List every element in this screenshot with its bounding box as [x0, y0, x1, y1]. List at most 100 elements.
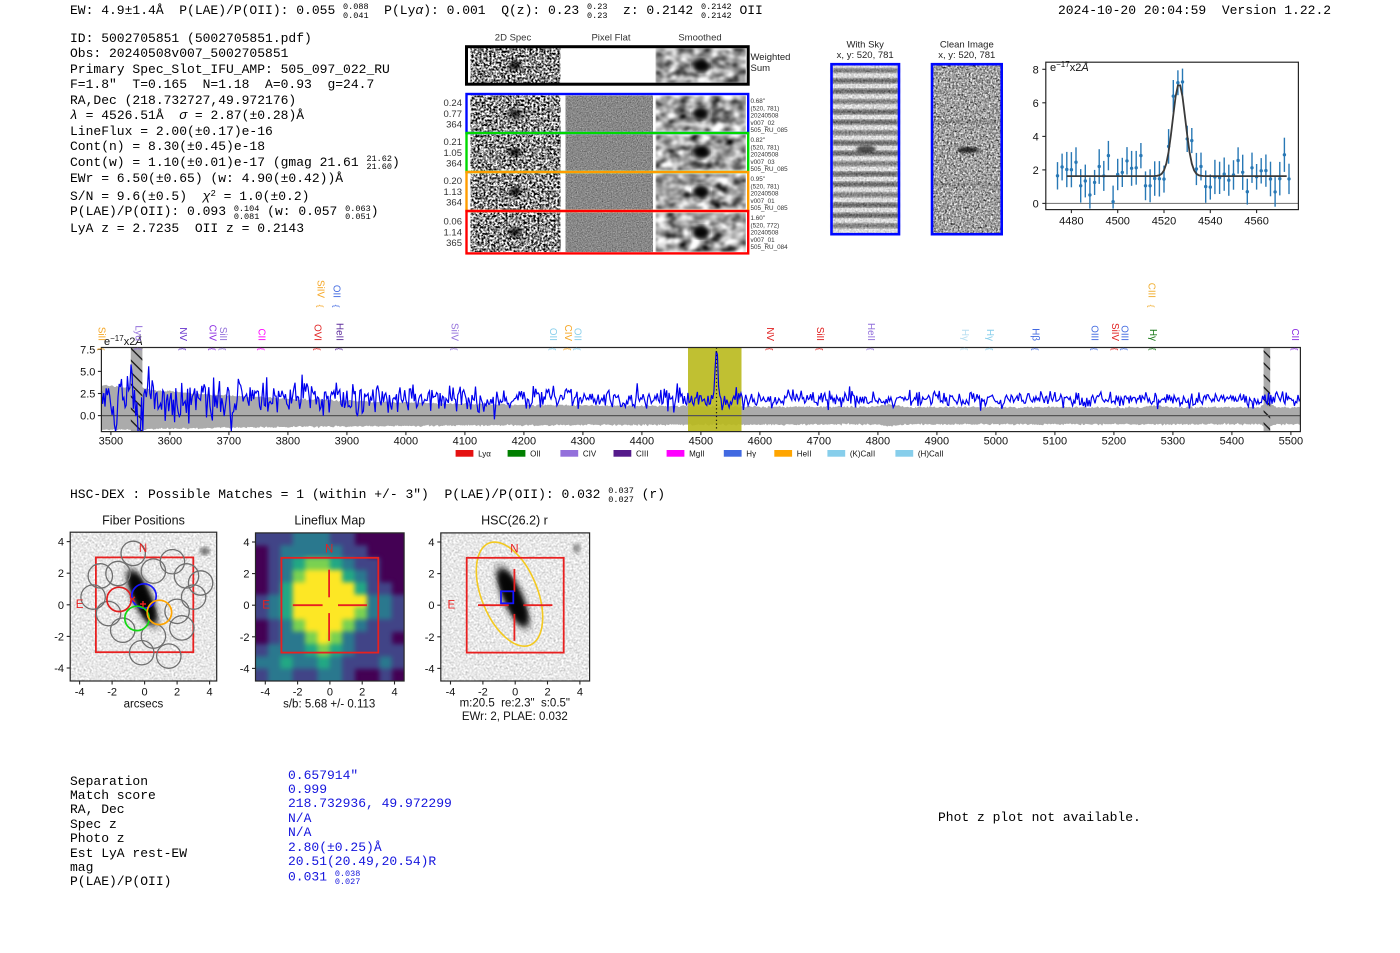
svg-text:SiIV: SiIV: [315, 280, 326, 298]
svg-text:{: {: [815, 348, 825, 351]
svg-text:N: N: [510, 543, 518, 555]
svg-text:0: 0: [243, 600, 249, 612]
svg-text:SiIV: SiIV: [1109, 323, 1120, 341]
svg-text:v007_01: v007_01: [751, 237, 776, 244]
svg-text:5400: 5400: [1220, 436, 1244, 448]
svg-text:-4: -4: [240, 663, 250, 675]
svg-text:4: 4: [243, 537, 249, 549]
svg-text:-4: -4: [446, 687, 456, 699]
svg-text:4700: 4700: [807, 436, 831, 448]
svg-text:0.95": 0.95": [751, 176, 766, 183]
svg-text:4200: 4200: [512, 436, 536, 448]
svg-text:0: 0: [327, 687, 333, 699]
svg-text:{: {: [765, 348, 775, 351]
svg-text:0: 0: [1033, 198, 1039, 210]
svg-text:Lyα: Lyα: [133, 325, 144, 341]
svg-text:5000: 5000: [984, 436, 1008, 448]
svg-text:SiII: SiII: [217, 327, 228, 341]
svg-text:364: 364: [446, 198, 462, 209]
svg-text:E: E: [76, 599, 84, 611]
svg-text:-4: -4: [260, 687, 270, 699]
svg-text:4560: 4560: [1244, 216, 1268, 228]
svg-text:3600: 3600: [158, 436, 182, 448]
svg-text:s/b: 5.68 +/- 0.113: s/b: 5.68 +/- 0.113: [283, 699, 375, 711]
svg-text:0: 0: [58, 600, 64, 612]
svg-text:-4: -4: [425, 663, 435, 675]
svg-text:{: {: [1110, 348, 1120, 351]
svg-text:2: 2: [174, 687, 180, 699]
svg-text:v007_03: v007_03: [751, 159, 776, 166]
svg-text:3900: 3900: [335, 436, 359, 448]
svg-text:0.20: 0.20: [444, 176, 463, 187]
svg-text:{: {: [208, 348, 218, 351]
svg-text:2: 2: [1033, 165, 1039, 177]
svg-text:{: {: [334, 348, 344, 351]
svg-text:2: 2: [243, 569, 249, 581]
svg-text:With Sky: With Sky: [846, 40, 884, 51]
svg-text:505_RU_085: 505_RU_085: [751, 127, 789, 134]
svg-text:8: 8: [1033, 64, 1039, 76]
svg-text:4520: 4520: [1152, 216, 1176, 228]
svg-text:Hγ: Hγ: [1147, 329, 1158, 341]
svg-text:4100: 4100: [453, 436, 477, 448]
svg-text:(520, 781): (520, 781): [751, 105, 780, 112]
svg-text:{: {: [1148, 348, 1158, 351]
svg-text:2: 2: [58, 568, 64, 580]
svg-text:Lyα: Lyα: [478, 450, 491, 459]
svg-text:2D Spec: 2D Spec: [495, 33, 532, 44]
svg-text:505_RU_084: 505_RU_084: [751, 244, 789, 251]
svg-text:CIII: CIII: [636, 450, 648, 459]
svg-text:E: E: [262, 599, 270, 611]
svg-text:{: {: [563, 348, 573, 351]
svg-text:{: {: [178, 348, 188, 351]
svg-text:{: {: [313, 348, 323, 351]
svg-text:4500: 4500: [1105, 216, 1129, 228]
svg-text:OIII: OIII: [1089, 325, 1100, 341]
svg-text:1.05: 1.05: [444, 148, 463, 159]
svg-text:1.14: 1.14: [444, 227, 463, 238]
svg-text:OII: OII: [331, 285, 342, 298]
svg-text:4800: 4800: [866, 436, 890, 448]
svg-text:-2: -2: [54, 631, 64, 643]
svg-text:Lineflux Map: Lineflux Map: [294, 514, 365, 528]
svg-text:{: {: [548, 348, 558, 351]
svg-text:NV: NV: [177, 327, 188, 341]
svg-text:(520, 772): (520, 772): [751, 222, 780, 229]
svg-text:364: 364: [446, 120, 462, 131]
svg-text:4400: 4400: [630, 436, 654, 448]
svg-text:{: {: [218, 348, 228, 351]
svg-text:{: {: [960, 348, 970, 351]
svg-text:4600: 4600: [748, 436, 772, 448]
svg-text:5.0: 5.0: [80, 366, 95, 378]
svg-text:Hβ: Hβ: [1030, 328, 1041, 341]
svg-text:CIV: CIV: [562, 325, 573, 342]
svg-text:OIII: OIII: [1118, 325, 1129, 341]
svg-text:5100: 5100: [1043, 436, 1067, 448]
svg-text:{: {: [134, 348, 144, 351]
svg-text:x, y: 520, 781: x, y: 520, 781: [938, 50, 995, 61]
svg-text:0.0: 0.0: [80, 411, 95, 423]
svg-text:Clean Image: Clean Image: [940, 40, 994, 51]
svg-text:{: {: [316, 305, 326, 308]
svg-text:4300: 4300: [571, 436, 595, 448]
svg-text:{: {: [257, 348, 267, 351]
svg-text:0.06: 0.06: [444, 217, 463, 228]
svg-text:0.24: 0.24: [444, 98, 463, 109]
svg-text:20240508: 20240508: [751, 113, 780, 120]
svg-text:E: E: [447, 599, 455, 611]
svg-text:0.82": 0.82": [751, 137, 766, 144]
svg-text:{: {: [866, 348, 876, 351]
svg-text:0.77: 0.77: [444, 109, 463, 120]
svg-text:Weighted: Weighted: [751, 52, 791, 63]
svg-text:N: N: [325, 543, 333, 555]
svg-text:{: {: [450, 348, 460, 351]
svg-text:1.13: 1.13: [444, 187, 463, 198]
svg-text:{: {: [332, 305, 342, 308]
svg-text:x, y: 520, 781: x, y: 520, 781: [837, 50, 894, 61]
svg-text:Fiber Positions: Fiber Positions: [102, 514, 185, 528]
svg-text:0: 0: [428, 600, 434, 612]
svg-text:OII: OII: [547, 328, 558, 341]
svg-text:v007_01: v007_01: [751, 198, 776, 205]
svg-text:6: 6: [1033, 98, 1039, 110]
svg-text:7.5: 7.5: [80, 344, 95, 356]
